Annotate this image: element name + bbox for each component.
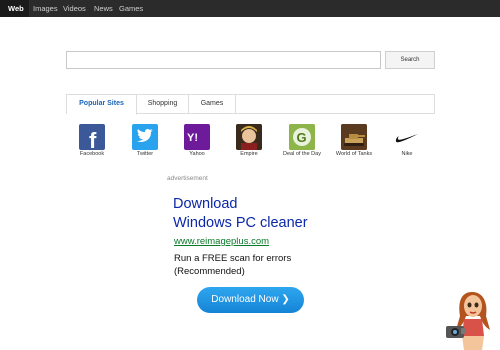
svg-text:G: G	[297, 130, 307, 145]
advertisement-label: advertisement	[167, 175, 208, 182]
cartoon-girl-camera-icon[interactable]	[442, 286, 500, 350]
svg-text:Y!: Y!	[187, 132, 198, 144]
nav-images[interactable]: Images	[33, 0, 58, 17]
ad-description-line2: (Recommended)	[174, 265, 245, 277]
nike-icon	[394, 124, 420, 150]
site-tile-nike[interactable]: Nike	[383, 124, 431, 157]
download-now-button[interactable]: Download Now ❯	[197, 287, 304, 313]
site-label-nike: Nike	[401, 151, 413, 157]
svg-text:f: f	[89, 128, 97, 150]
site-label-yahoo: Yahoo	[189, 151, 205, 157]
site-tile-empire[interactable]: Empire	[225, 124, 273, 157]
top-nav-bar: Web Images Videos News Games	[0, 0, 500, 17]
ad-description-line1: Run a FREE scan for errors	[174, 253, 292, 264]
nav-news[interactable]: News	[94, 0, 113, 17]
site-tile-world-of-tanks[interactable]: World of Tanks	[330, 124, 378, 157]
twitter-icon	[132, 124, 158, 150]
site-tabs: Popular Sites Shopping Games	[66, 94, 435, 115]
tab-popular-sites[interactable]: Popular Sites	[67, 95, 137, 115]
browser-page: Web Images Videos News Games Search Popu…	[0, 0, 500, 350]
site-tile-deal-of-the-day[interactable]: G Deal of the Day	[278, 124, 326, 157]
site-label-deal-of-the-day: Deal of the Day	[283, 151, 321, 157]
site-tile-facebook[interactable]: f Facebook	[68, 124, 116, 157]
site-label-facebook: Facebook	[79, 151, 105, 157]
facebook-icon: f	[79, 124, 105, 150]
ad-headline-line1[interactable]: Download	[173, 195, 308, 214]
site-label-twitter: Twitter	[136, 151, 154, 157]
nav-videos[interactable]: Videos	[63, 0, 86, 17]
search-button[interactable]: Search	[385, 51, 435, 69]
world-of-tanks-icon	[341, 124, 367, 150]
ad-url-link[interactable]: www.reimageplus.com	[174, 236, 269, 247]
tab-shopping[interactable]: Shopping	[137, 95, 189, 114]
ad-description: Run a FREE scan for errors (Recommended)	[174, 253, 354, 278]
nav-games[interactable]: Games	[119, 0, 143, 17]
nav-web[interactable]: Web	[8, 0, 24, 17]
site-label-empire: Empire	[240, 151, 258, 157]
site-label-world-of-tanks: World of Tanks	[335, 151, 373, 157]
tab-games[interactable]: Games	[189, 95, 236, 114]
site-tile-twitter[interactable]: Twitter	[121, 124, 169, 157]
search-input[interactable]	[66, 51, 381, 69]
empire-icon	[236, 124, 262, 150]
yahoo-icon: Y!	[184, 124, 210, 150]
site-tile-yahoo[interactable]: Y! Yahoo	[173, 124, 221, 157]
ad-headline-line2[interactable]: Windows PC cleaner	[173, 214, 308, 233]
ad-headline[interactable]: Download Windows PC cleaner	[173, 195, 308, 233]
deal-of-the-day-icon: G	[289, 124, 315, 150]
